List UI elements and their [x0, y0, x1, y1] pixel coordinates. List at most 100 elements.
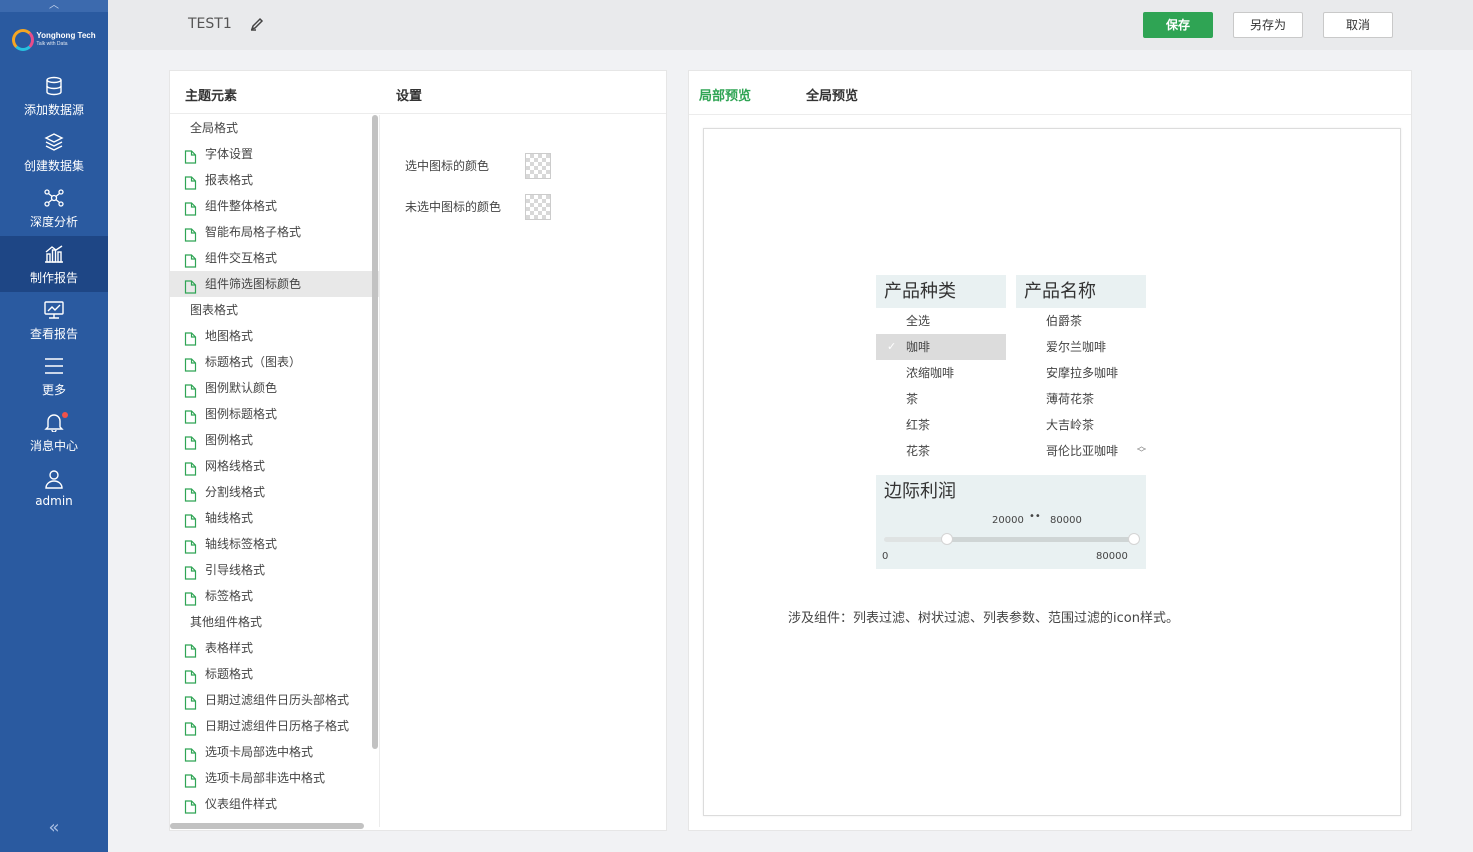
edit-pencil-icon[interactable]	[250, 17, 264, 34]
sidebar-collapse-up-icon[interactable]: ︿	[0, 0, 108, 12]
range-high-handle[interactable]	[1128, 533, 1140, 545]
theme-list-item[interactable]: 智能布局格子格式	[170, 219, 379, 245]
filter-option-label: 花茶	[906, 444, 931, 458]
filter-option-label: 安摩拉多咖啡	[1046, 366, 1119, 380]
document-icon	[184, 511, 197, 528]
filter-title: 产品种类	[876, 275, 1006, 308]
document-icon	[184, 277, 197, 294]
sidebar-item-label: 更多	[41, 382, 66, 397]
sidebar-collapse-icon[interactable]: «	[0, 817, 108, 838]
unselected-icon-color-picker[interactable]	[525, 193, 551, 220]
theme-list-item[interactable]: 仪表组件样式	[170, 791, 379, 817]
range-max-label: 80000	[1096, 551, 1128, 562]
theme-list-item[interactable]: 标题格式（图表）	[170, 349, 379, 375]
sidebar-item-deep-analysis[interactable]: 深度分析	[0, 180, 108, 236]
sidebar-item-label: 查看报告	[29, 326, 78, 341]
sidebar-item-create-dataset[interactable]: 创建数据集	[0, 124, 108, 180]
user-icon	[43, 468, 65, 490]
filter-option[interactable]: 全选	[876, 308, 1006, 334]
filter-option[interactable]: 哥伦比亚咖啡	[1016, 438, 1146, 464]
save-as-button[interactable]: 另存为	[1233, 12, 1303, 38]
sidebar-item-label: 添加数据源	[23, 102, 84, 117]
filter-option-label: 全选	[906, 314, 931, 328]
document-icon	[184, 251, 197, 268]
theme-list-item[interactable]: 日期过滤组件日历格子格式	[170, 713, 379, 739]
theme-list-item[interactable]: 表格样式	[170, 635, 379, 661]
setting-row-unselected-icon-color: 未选中图标的颜色	[405, 186, 551, 227]
sidebar-item-more[interactable]: 更多	[0, 348, 108, 404]
sidebar-item-create-report[interactable]: 制作报告	[0, 236, 108, 292]
range-high-value: 80000	[1050, 515, 1082, 526]
monitor-chart-icon	[43, 299, 65, 321]
range-low-value: 20000	[992, 515, 1024, 526]
filter-option[interactable]: ✓ 咖啡	[876, 334, 1006, 360]
range-min-label: 0	[882, 551, 889, 562]
theme-list-item[interactable]: 网格线格式	[170, 453, 379, 479]
theme-list-item[interactable]: 组件整体格式	[170, 193, 379, 219]
theme-list-item-label: 地图格式	[205, 329, 254, 343]
theme-list-item[interactable]: 选项卡局部选中格式	[170, 739, 379, 765]
sidebar-item-message-center[interactable]: 消息中心	[0, 404, 108, 460]
theme-list-item[interactable]: 字体设置	[170, 141, 379, 167]
sidebar-item-add-datasource[interactable]: 添加数据源	[0, 68, 108, 124]
range-low-handle[interactable]	[940, 533, 953, 545]
save-button[interactable]: 保存	[1143, 12, 1213, 38]
network-icon	[43, 187, 65, 209]
range-separator-icon: ••	[1029, 511, 1041, 522]
filter-option[interactable]: 薄荷花茶	[1016, 386, 1146, 412]
chart-bar-icon	[43, 243, 65, 265]
vertical-scrollbar[interactable]	[372, 115, 378, 749]
theme-list-item[interactable]: 图例格式	[170, 427, 379, 453]
tab-local-preview[interactable]: 局部预览	[699, 85, 751, 104]
filter-option[interactable]: 伯爵茶	[1016, 308, 1146, 334]
theme-list-item-label: 组件整体格式	[205, 199, 278, 213]
theme-list-item[interactable]: 图例标题格式	[170, 401, 379, 427]
sort-updown-icon[interactable]: ︿ ﹀	[1137, 443, 1146, 459]
theme-group-header: 全局格式	[190, 121, 239, 135]
settings-area: 选中图标的颜色 未选中图标的颜色	[405, 145, 551, 227]
report-title: TEST1	[188, 16, 232, 32]
sidebar-item-label: 制作报告	[29, 270, 78, 285]
theme-list-item[interactable]: 标题格式	[170, 661, 379, 687]
sidebar-item-user[interactable]: admin	[0, 460, 108, 516]
document-icon	[184, 355, 197, 372]
filter-option[interactable]: 大吉岭茶	[1016, 412, 1146, 438]
theme-list-item[interactable]: 日期过滤组件日历头部格式	[170, 687, 379, 713]
document-icon	[184, 693, 197, 710]
filter-option[interactable]: 红茶	[876, 412, 1006, 438]
theme-list-item[interactable]: 图例默认颜色	[170, 375, 379, 401]
theme-list-item[interactable]: 组件交互格式	[170, 245, 379, 271]
filter-option-label: 薄荷花茶	[1046, 392, 1095, 406]
theme-list-item[interactable]: 标签格式	[170, 583, 379, 609]
theme-list-item[interactable]: 组件筛选图标颜色	[170, 271, 379, 297]
filter-option-label: 哥伦比亚咖啡	[1046, 444, 1119, 458]
theme-list-item[interactable]: 轴线格式	[170, 505, 379, 531]
cancel-button[interactable]: 取消	[1323, 12, 1393, 38]
range-slider-track[interactable]	[884, 533, 1140, 545]
theme-list-item[interactable]: 轴线标签格式	[170, 531, 379, 557]
product-name-list-filter: 产品名称 伯爵茶 爱尔兰咖啡 安摩拉多咖啡 薄荷花茶 大吉岭茶 哥伦比亚咖啡 ︿ ﹀	[1016, 275, 1146, 464]
filter-option[interactable]: 爱尔兰咖啡	[1016, 334, 1146, 360]
tab-global-preview[interactable]: 全局预览	[806, 85, 858, 104]
theme-list-item[interactable]: 选项卡局部非选中格式	[170, 765, 379, 791]
document-icon	[184, 485, 197, 502]
horizontal-scrollbar[interactable]	[170, 823, 364, 829]
filter-option[interactable]: 花茶	[876, 438, 1006, 464]
theme-list-item[interactable]: 报表格式	[170, 167, 379, 193]
theme-list-item[interactable]: 引导线格式	[170, 557, 379, 583]
theme-list-item[interactable]: 分割线格式	[170, 479, 379, 505]
theme-list-item[interactable]: 地图格式	[170, 323, 379, 349]
filter-option[interactable]: 浓缩咖啡	[876, 360, 1006, 386]
theme-list-item-label: 智能布局格子格式	[205, 225, 302, 239]
setting-label: 未选中图标的颜色	[405, 200, 502, 214]
filter-option-label: 咖啡	[906, 340, 931, 354]
filter-option[interactable]: 安摩拉多咖啡	[1016, 360, 1146, 386]
document-icon	[184, 225, 197, 242]
sidebar-item-view-report[interactable]: 查看报告	[0, 292, 108, 348]
theme-list-item-label: 组件交互格式	[205, 251, 278, 265]
selected-icon-color-picker[interactable]	[525, 152, 551, 179]
document-icon	[184, 407, 197, 424]
theme-elements-heading: 主题元素	[185, 89, 238, 104]
filter-option[interactable]: 茶	[876, 386, 1006, 412]
theme-list-item-label: 引导线格式	[205, 563, 266, 577]
